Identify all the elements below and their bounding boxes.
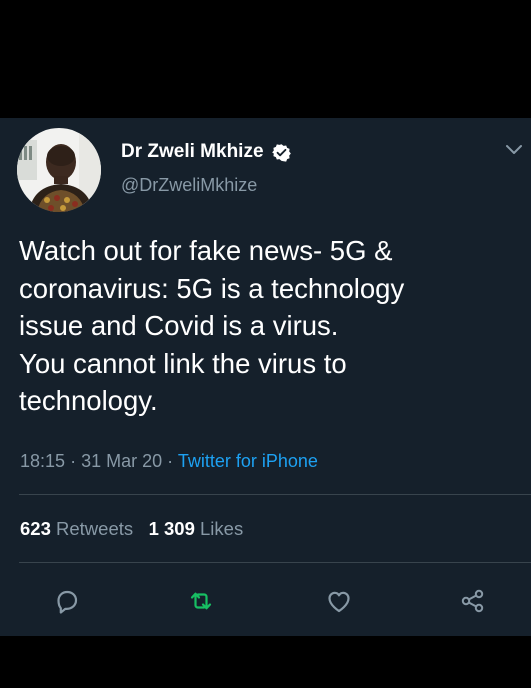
retweets-count: 623 xyxy=(20,518,51,539)
reply-icon xyxy=(57,590,78,614)
author-name[interactable]: Dr Zweli Mkhize xyxy=(121,141,264,163)
like-button[interactable] xyxy=(324,586,354,616)
likes-stat[interactable]: 1 309 Likes xyxy=(149,518,244,539)
tweet-text-line: Watch out for fake news- 5G & xyxy=(19,235,393,266)
tweet-text-line: technology. xyxy=(19,385,158,416)
likes-label: Likes xyxy=(200,518,244,539)
heart-icon xyxy=(328,591,350,613)
meta-separator: · xyxy=(70,451,77,471)
avatar[interactable] xyxy=(17,128,101,212)
tweet-text-line: You cannot link the virus to xyxy=(19,347,347,379)
share-icon xyxy=(461,589,484,613)
screen-bottom-edge xyxy=(0,636,531,688)
divider xyxy=(19,494,531,495)
verified-badge-icon xyxy=(271,143,291,162)
tweet-time: 18:15 xyxy=(20,451,66,471)
author-handle[interactable]: @DrZweliMkhize xyxy=(121,175,257,196)
tweet-text-line: issue and Covid is a virus. xyxy=(19,310,339,341)
tweet-date: 31 Mar 20 xyxy=(81,451,163,471)
tweet-source-link[interactable]: Twitter for iPhone xyxy=(178,451,318,471)
retweets-label: Retweets xyxy=(56,518,134,539)
chevron-down-icon[interactable] xyxy=(505,143,523,157)
tweet-card: Dr Zweli Mkhize @DrZweliMkhize Watch out… xyxy=(0,118,531,636)
tweet-text: Watch out for fake news- 5G & coronaviru… xyxy=(19,232,519,420)
likes-count: 1 309 xyxy=(148,518,195,539)
share-button[interactable] xyxy=(458,586,488,616)
action-bar xyxy=(0,578,531,618)
author-name-row: Dr Zweli Mkhize xyxy=(121,140,291,164)
retweet-button[interactable] xyxy=(186,586,216,616)
tweet-metadata: 18:15 · 31 Mar 20 · Twitter for iPhone xyxy=(20,451,318,472)
tweet-text-line: coronavirus: 5G is a technology xyxy=(19,272,405,304)
engagement-stats: 623 Retweets 1 309 Likes xyxy=(20,518,243,540)
meta-separator: · xyxy=(167,451,174,471)
reply-button[interactable] xyxy=(52,586,82,616)
retweets-stat[interactable]: 623 Retweets xyxy=(20,518,133,539)
retweet-icon xyxy=(190,592,212,610)
divider xyxy=(19,562,531,563)
